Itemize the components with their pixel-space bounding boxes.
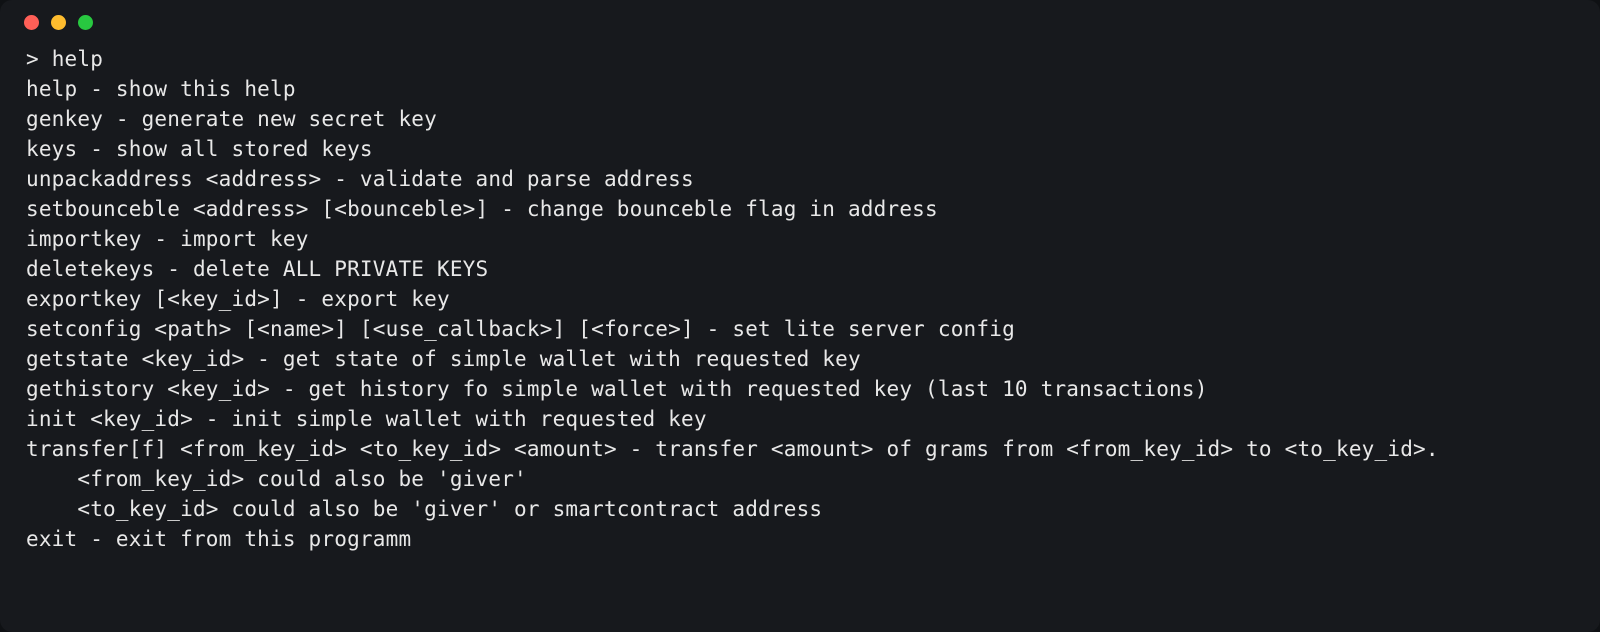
close-icon[interactable] (24, 15, 39, 30)
output-line: getstate <key_id> - get state of simple … (26, 347, 861, 371)
output-line: transfer[f] <from_key_id> <to_key_id> <a… (26, 437, 1439, 461)
output-line: importkey - import key (26, 227, 309, 251)
output-line: setconfig <path> [<name>] [<use_callback… (26, 317, 1015, 341)
output-line: <from_key_id> could also be 'giver' (26, 467, 527, 491)
minimize-icon[interactable] (51, 15, 66, 30)
command-text: help (52, 47, 103, 71)
terminal-window: > help help - show this help genkey - ge… (0, 0, 1600, 632)
output-line: <to_key_id> could also be 'giver' or sma… (26, 497, 822, 521)
output-line: exit - exit from this programm (26, 527, 411, 551)
prompt: > (26, 47, 52, 71)
maximize-icon[interactable] (78, 15, 93, 30)
output-line: genkey - generate new secret key (26, 107, 437, 131)
output-line: gethistory <key_id> - get history fo sim… (26, 377, 1208, 401)
output-line: setbounceble <address> [<bounceble>] - c… (26, 197, 938, 221)
output-line: exportkey [<key_id>] - export key (26, 287, 450, 311)
output-line: help - show this help (26, 77, 296, 101)
window-titlebar (0, 0, 1600, 44)
terminal-body[interactable]: > help help - show this help genkey - ge… (0, 44, 1600, 580)
output-line: deletekeys - delete ALL PRIVATE KEYS (26, 257, 488, 281)
output-line: unpackaddress <address> - validate and p… (26, 167, 694, 191)
output-line: init <key_id> - init simple wallet with … (26, 407, 707, 431)
output-line: keys - show all stored keys (26, 137, 373, 161)
